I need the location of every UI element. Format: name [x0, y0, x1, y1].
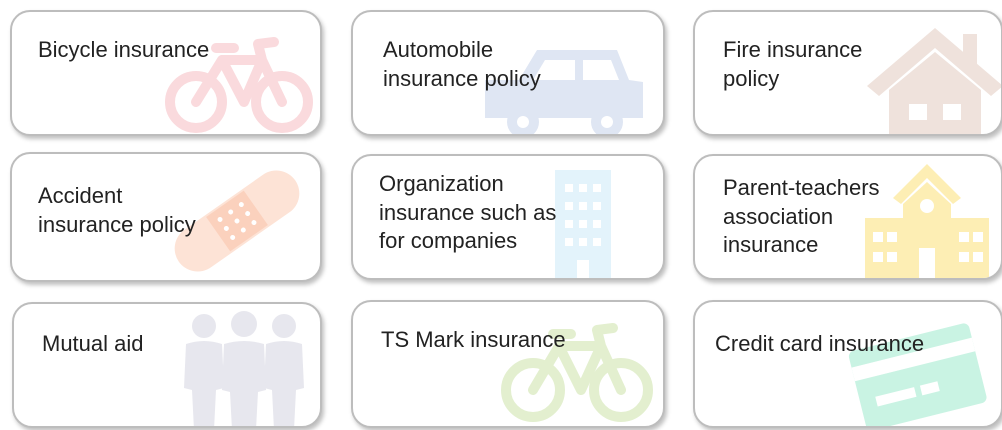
card-mutual-aid[interactable]: Mutual aid	[12, 302, 322, 428]
card-credit-card-insurance[interactable]: Credit card insurance	[693, 300, 1002, 428]
card-automobile-insurance[interactable]: Automobile insurance policy	[351, 10, 665, 136]
card-label: TS Mark insurance	[381, 327, 566, 352]
card-ts-mark-insurance[interactable]: TS Mark insurance	[351, 300, 665, 428]
card-label: Organization insurance such as for compa…	[379, 171, 557, 254]
card-pta-insurance[interactable]: Parent-teachers association insurance	[693, 154, 1002, 280]
card-label: Automobile insurance policy	[383, 37, 541, 91]
card-label: Parent-teachers association insurance	[723, 175, 880, 258]
card-fire-insurance[interactable]: Fire insurance policy	[693, 10, 1002, 136]
card-accident-insurance[interactable]: Accident insurance policy	[10, 152, 322, 282]
house-icon	[867, 28, 1001, 134]
card-label: Credit card insurance	[715, 331, 925, 356]
school-icon	[865, 164, 989, 278]
card-label: Bicycle insurance	[38, 37, 210, 62]
card-label: Accident insurance policy	[38, 183, 196, 237]
card-organization-insurance[interactable]: Organization insurance such as for compa…	[351, 154, 665, 280]
insurance-grid: { "cards": [ {"label": "Bicycle insuranc…	[0, 0, 1002, 430]
building-icon	[555, 170, 611, 278]
card-label: Mutual aid	[42, 331, 144, 356]
card-bicycle-insurance[interactable]: Bicycle insurance	[10, 10, 322, 136]
people-icon	[184, 311, 304, 426]
card-label: Fire insurance policy	[723, 37, 863, 91]
